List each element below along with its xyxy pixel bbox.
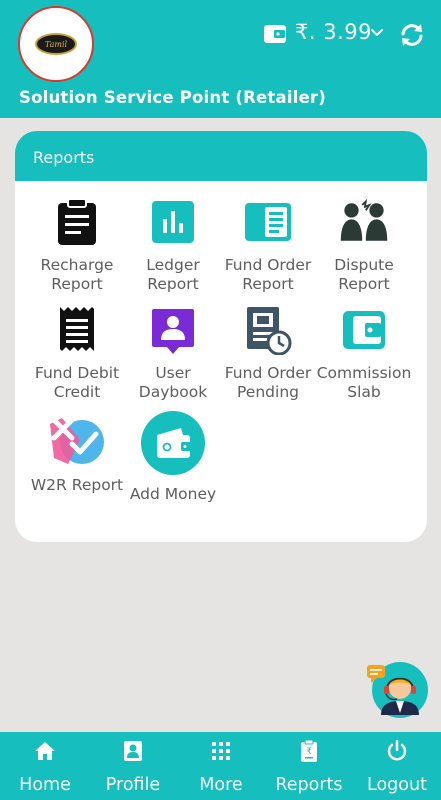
bar-chart-icon (152, 201, 194, 243)
commission-slab-tile[interactable]: Commission Slab (314, 305, 414, 402)
user-badge-icon (152, 309, 194, 354)
nav-home[interactable]: Home (0, 732, 90, 800)
svg-text:₹: ₹ (306, 747, 312, 757)
grid-icon (212, 742, 230, 760)
fund-debit-credit-tile[interactable]: Fund Debit Credit (27, 305, 127, 402)
wallet-document-icon (245, 203, 291, 241)
refresh-icon[interactable] (398, 21, 426, 49)
tile-label: Commission Slab (316, 364, 412, 401)
people-dispute-icon (340, 198, 388, 241)
dispute-report-tile[interactable]: Dispute Report (314, 197, 414, 294)
wallet-balance[interactable]: ₹. 3.99 (295, 20, 372, 44)
tile-label: Recharge Report (40, 256, 114, 293)
nav-label: Profile (105, 775, 161, 795)
wallet-icon (264, 25, 286, 43)
bottom-navigation: Home Profile More ₹ Reports Logout (0, 732, 441, 800)
tile-label: User Daybook (138, 364, 208, 401)
nav-profile[interactable]: Profile (88, 732, 178, 800)
tile-label: Fund Order Pending (224, 364, 312, 401)
check-cross-icon (50, 417, 104, 464)
report-icon: ₹ (301, 739, 317, 762)
reports-card-title: Reports (15, 131, 427, 181)
tile-label: Dispute Report (334, 256, 394, 293)
nav-more[interactable]: More (176, 732, 266, 800)
recharge-report-tile[interactable]: Recharge Report (27, 197, 127, 294)
nav-label: Reports (275, 775, 343, 795)
user-daybook-tile[interactable]: User Daybook (123, 305, 223, 402)
tile-label: W2R Report (30, 476, 124, 494)
shop-name: Solution Service Point (Retailer) (19, 88, 327, 107)
wallet-icon (343, 311, 385, 349)
receipt-icon (60, 307, 94, 351)
nav-logout[interactable]: Logout (352, 732, 441, 800)
tile-label: Fund Debit Credit (34, 364, 120, 401)
power-icon (387, 739, 407, 761)
logo-emblem: Tamil (35, 33, 77, 55)
app-header: Tamil ₹. 3.99 Solution Service Point (Re… (0, 0, 441, 118)
add-money-tile[interactable]: Add Money (123, 411, 223, 504)
tile-label: Ledger Report (146, 256, 200, 293)
company-logo[interactable]: Tamil (18, 6, 94, 82)
nav-label: More (199, 775, 243, 795)
clipboard-icon (58, 198, 96, 245)
chevron-down-icon[interactable] (369, 25, 385, 41)
home-icon (35, 742, 55, 760)
w2r-report-tile[interactable]: W2R Report (27, 414, 127, 495)
profile-icon (124, 741, 142, 761)
logo-text: Tamil (44, 39, 68, 49)
ledger-report-tile[interactable]: Ledger Report (123, 197, 223, 294)
add-money-wallet-icon (141, 411, 205, 475)
tile-label: Add Money (129, 485, 217, 503)
fund-order-pending-tile[interactable]: Fund Order Pending (218, 305, 318, 402)
customer-support-icon[interactable] (367, 661, 429, 719)
nav-label: Home (19, 775, 71, 795)
nav-reports[interactable]: ₹ Reports (264, 732, 354, 800)
document-clock-icon (247, 307, 292, 356)
reports-card: Reports Recharge Report Ledger Report Fu… (15, 131, 427, 542)
nav-label: Logout (367, 775, 427, 795)
fund-order-report-tile[interactable]: Fund Order Report (218, 197, 318, 294)
tile-label: Fund Order Report (224, 256, 312, 293)
